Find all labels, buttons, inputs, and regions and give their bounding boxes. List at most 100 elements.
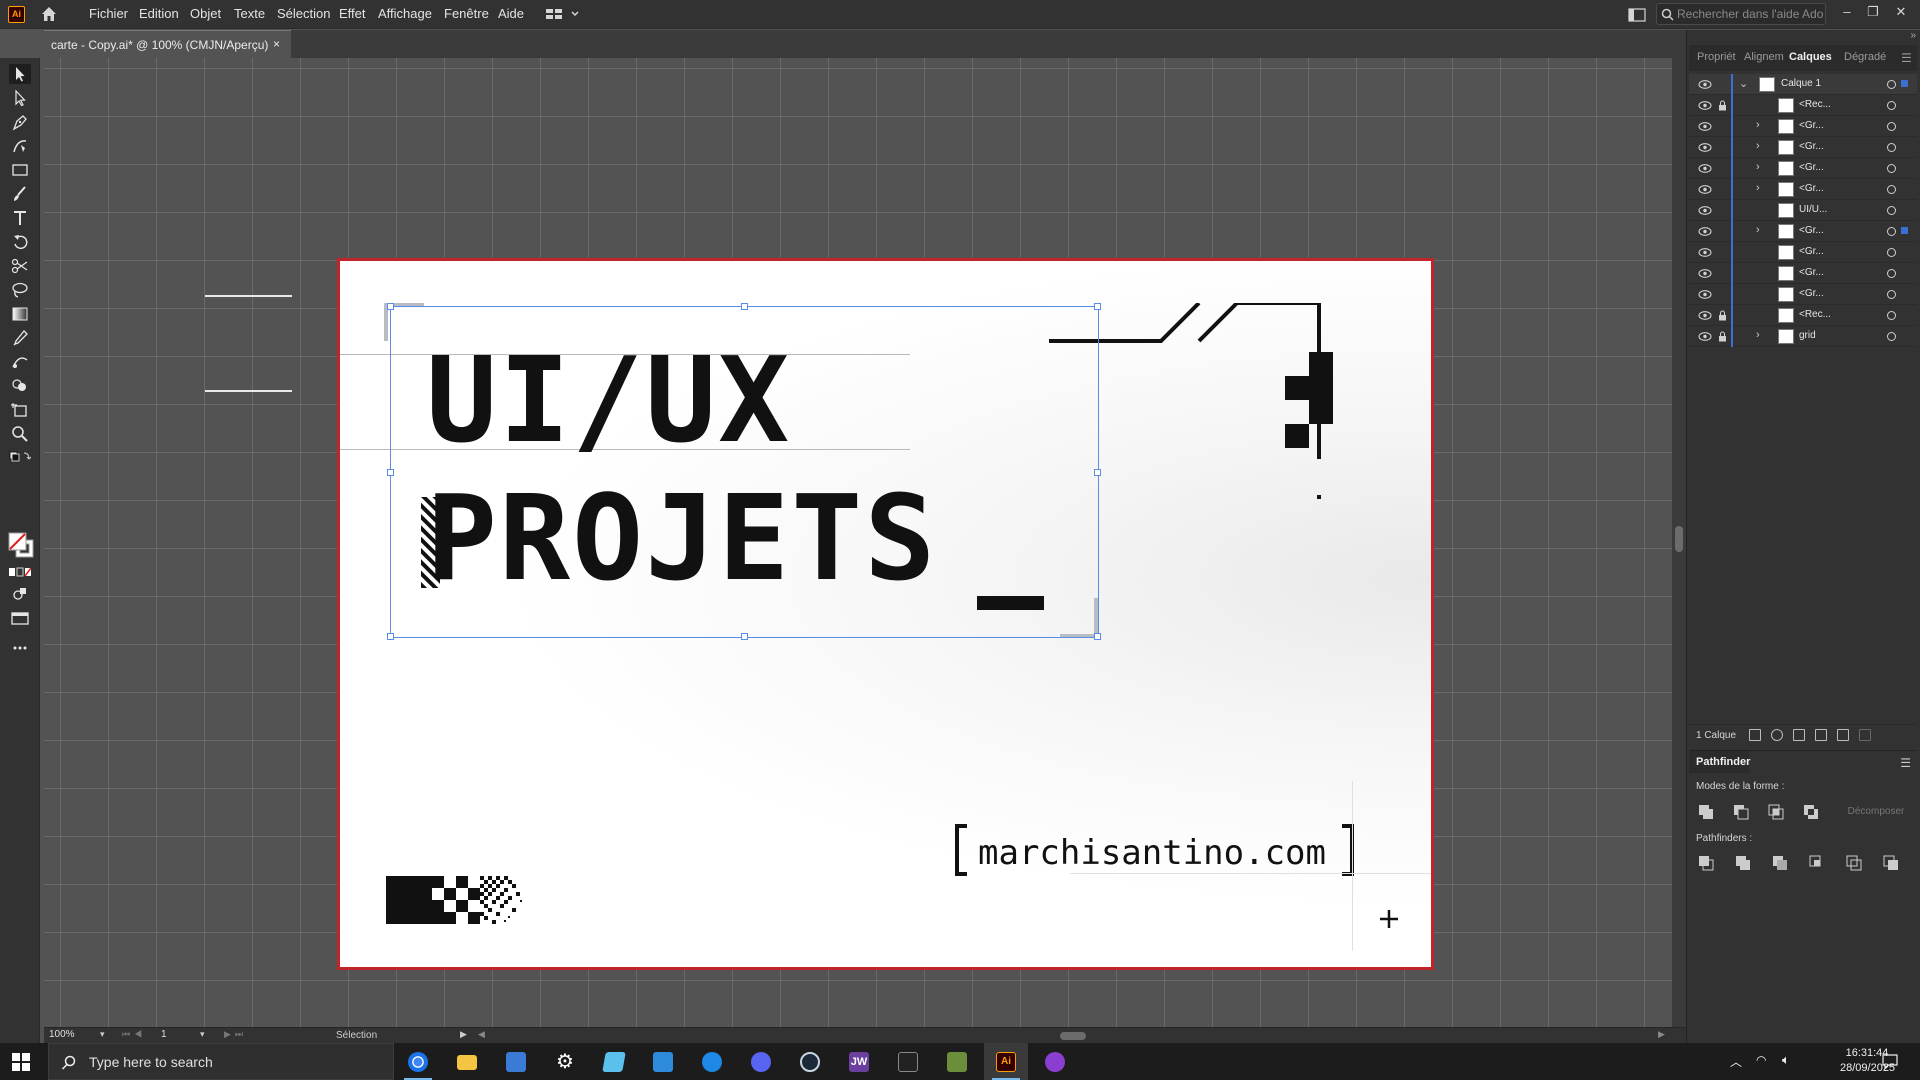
artboard-nav-next-icons[interactable]: ▶⏭ — [224, 1029, 247, 1040]
scissors-tool-icon[interactable] — [9, 256, 31, 276]
chevron-right-icon[interactable]: › — [1756, 161, 1760, 173]
pathfinder-tab[interactable]: Pathfinder — [1689, 751, 1750, 773]
blend-tool-icon[interactable] — [9, 352, 31, 372]
visibility-eye-icon[interactable] — [1698, 164, 1712, 173]
target-circle-icon[interactable] — [1887, 290, 1896, 299]
fill-stroke-swatch[interactable] — [8, 532, 36, 560]
visibility-eye-icon[interactable] — [1698, 143, 1712, 152]
minus-back-icon[interactable] — [1882, 854, 1900, 872]
scroll-left-icon[interactable]: ◀ — [478, 1029, 485, 1040]
target-circle-icon[interactable] — [1887, 164, 1896, 173]
target-circle-icon[interactable] — [1887, 332, 1896, 341]
expand-button[interactable]: Décomposer — [1841, 803, 1911, 821]
taskbar-search-box[interactable]: Type here to search — [48, 1043, 394, 1080]
close-tab-icon[interactable]: × — [273, 37, 280, 51]
resize-handle[interactable] — [1094, 469, 1101, 476]
minus-front-icon[interactable] — [1732, 803, 1750, 821]
tab-properties[interactable]: Propriét — [1697, 51, 1736, 63]
export-icon[interactable] — [1749, 729, 1761, 741]
layer-row[interactable]: <Gr... — [1689, 284, 1917, 305]
gradient-tool-icon[interactable] — [9, 304, 31, 324]
layer-name[interactable]: <Gr... — [1799, 120, 1824, 131]
selection-tool-icon[interactable] — [9, 64, 31, 84]
trim-icon[interactable] — [1734, 854, 1752, 872]
wifi-icon[interactable]: ◠ — [1756, 1053, 1766, 1067]
layer-row[interactable]: <Rec... — [1689, 305, 1917, 326]
type-tool-icon[interactable] — [9, 208, 31, 228]
visibility-eye-icon[interactable] — [1698, 185, 1712, 194]
zoom-tool-icon[interactable] — [9, 424, 31, 444]
tab-align[interactable]: Alignem — [1744, 51, 1784, 63]
layer-name[interactable]: Calque 1 — [1781, 78, 1821, 89]
target-circle-icon[interactable] — [1887, 269, 1896, 278]
screen-mode-icon[interactable] — [9, 608, 31, 628]
settings-taskbar-icon[interactable]: ⚙ — [543, 1043, 587, 1080]
canvas[interactable]: UI/UX PROJETS marchisantino.com — [44, 58, 1679, 1027]
layer-row[interactable]: <Gr... — [1689, 263, 1917, 284]
home-icon[interactable] — [40, 5, 58, 23]
resize-handle[interactable] — [741, 303, 748, 310]
visibility-eye-icon[interactable] — [1698, 206, 1712, 215]
visibility-eye-icon[interactable] — [1698, 227, 1712, 236]
calculator-taskbar-icon[interactable] — [494, 1043, 538, 1080]
vertical-scrollbar[interactable] — [1672, 58, 1686, 1027]
volume-icon[interactable]: 🔈︎ — [1782, 1052, 1790, 1068]
status-menu-icon[interactable]: ▶ — [460, 1029, 467, 1040]
lasso-tool-icon[interactable] — [9, 280, 31, 300]
target-circle-icon[interactable] — [1887, 311, 1896, 320]
chrome-taskbar-icon[interactable] — [396, 1043, 440, 1080]
menu-texte[interactable]: Texte — [234, 6, 265, 21]
layer-name[interactable]: <Gr... — [1799, 288, 1824, 299]
draw-mode-icon[interactable] — [9, 584, 31, 604]
exclude-icon[interactable] — [1802, 803, 1820, 821]
chevron-right-icon[interactable]: › — [1756, 329, 1760, 341]
terminal-taskbar-icon[interactable] — [886, 1043, 930, 1080]
curvature-tool-icon[interactable] — [9, 136, 31, 156]
layer-row[interactable]: › <Gr... — [1689, 158, 1917, 179]
layer-name[interactable]: grid — [1799, 330, 1816, 341]
layer-row[interactable]: › <Gr... — [1689, 116, 1917, 137]
target-circle-icon[interactable] — [1887, 101, 1896, 110]
new-sublayer-icon[interactable] — [1815, 729, 1827, 741]
menu-fenetre[interactable]: Fenêtre — [444, 6, 489, 21]
resize-handle[interactable] — [387, 633, 394, 640]
help-search-box[interactable] — [1656, 3, 1826, 25]
close-window-icon[interactable]: ✕ — [1890, 2, 1912, 22]
menu-aide[interactable]: Aide — [498, 6, 524, 21]
chevron-down-icon[interactable]: ⌄ — [1739, 77, 1748, 90]
rectangle-tool-icon[interactable] — [9, 160, 31, 180]
minecraft-taskbar-icon[interactable] — [935, 1043, 979, 1080]
purple-app-taskbar-icon[interactable] — [1033, 1043, 1077, 1080]
divide-icon[interactable] — [1697, 854, 1715, 872]
layer-row[interactable]: › <Gr... — [1689, 137, 1917, 158]
help-search-input[interactable] — [1677, 6, 1823, 22]
restore-icon[interactable]: ❐ — [1862, 2, 1884, 22]
zoom-field[interactable]: 100% — [46, 1029, 108, 1043]
layer-name[interactable]: <Rec... — [1799, 99, 1831, 110]
target-circle-icon[interactable] — [1887, 185, 1896, 194]
color-mode-icons[interactable] — [9, 565, 32, 577]
layer-row[interactable]: UI/U... — [1689, 200, 1917, 221]
layer-row[interactable]: <Gr... — [1689, 242, 1917, 263]
target-circle-icon[interactable] — [1887, 80, 1896, 89]
workspace-switcher-icon[interactable] — [545, 6, 581, 22]
current-tool-status[interactable]: Sélection — [336, 1030, 377, 1041]
visibility-eye-icon[interactable] — [1698, 122, 1712, 131]
zoom-dropdown-icon[interactable]: ▾ — [100, 1029, 105, 1040]
resize-handle[interactable] — [1094, 633, 1101, 640]
target-circle-icon[interactable] — [1887, 143, 1896, 152]
unite-icon[interactable] — [1697, 803, 1715, 821]
target-circle-icon[interactable] — [1887, 248, 1896, 257]
file-explorer-taskbar-icon[interactable] — [445, 1043, 489, 1080]
direct-selection-tool-icon[interactable] — [9, 88, 31, 108]
lock-icon[interactable] — [1718, 331, 1727, 342]
selection-bounding-box[interactable] — [387, 303, 1101, 640]
layer-name[interactable]: <Gr... — [1799, 225, 1824, 236]
menu-objet[interactable]: Objet — [190, 6, 221, 21]
scroll-right-icon[interactable]: ▶ — [1658, 1029, 1665, 1040]
artboard-dropdown-icon[interactable]: ▾ — [200, 1029, 205, 1040]
tab-gradient[interactable]: Dégradé — [1844, 51, 1886, 63]
menu-edition[interactable]: Edition — [139, 6, 179, 21]
headset-app-taskbar-icon[interactable] — [690, 1043, 734, 1080]
target-circle-icon[interactable] — [1887, 206, 1896, 215]
